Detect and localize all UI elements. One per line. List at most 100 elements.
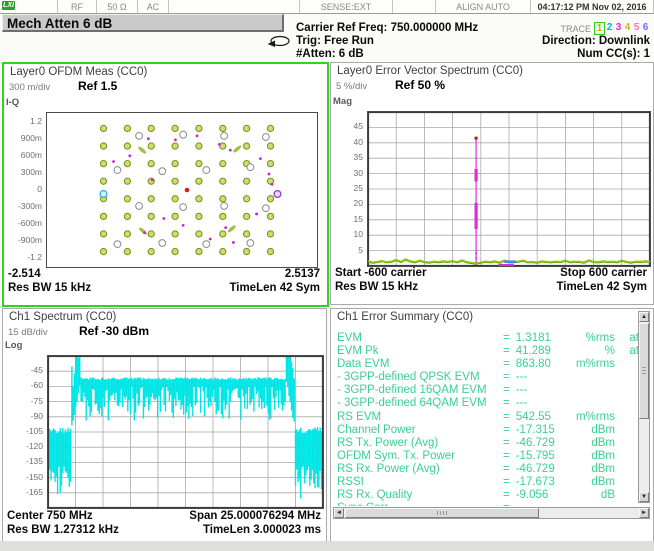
y-axis-tick: 600m [6, 150, 42, 160]
error-summary-row: RS Rx. Quality=-9.056dB [337, 489, 641, 502]
ref-level: Ref 1.5 [78, 79, 117, 93]
y-axis-tick: -900m [6, 235, 42, 245]
y-axis-tick: 20 [333, 198, 363, 208]
x-min-label: -2.514 [8, 268, 41, 280]
trace-number-4[interactable]: 4 [623, 22, 632, 35]
panel-spectrum[interactable]: Ch1 Spectrum (CC0) 15 dB/div Ref -30 dBm… [2, 308, 327, 547]
scroll-right-button[interactable]: ► [639, 508, 649, 518]
y-axis-tick: 45 [333, 121, 363, 131]
y-axis-tick: -90 [5, 411, 43, 421]
error-summary-row: EVM Pk=41.289%at [337, 345, 641, 358]
status-cell: ALIGN AUTO [436, 0, 531, 13]
start-carrier-label: Start -600 carrier [335, 267, 426, 279]
constellation-chart [47, 113, 317, 267]
error-summary-row: RS Rx. Power (Avg)=-46.729dBm [337, 463, 641, 476]
ref-level: Ref -30 dBm [79, 324, 149, 338]
status-cell: SENSE:EXT [300, 0, 393, 13]
scale-per-div: 15 dB/div [8, 327, 48, 338]
y-axis-tick: 900m [6, 133, 42, 143]
sweep-loop-icon [266, 33, 292, 49]
scale-per-div: 300 m/div [9, 82, 50, 93]
constellation-plot[interactable] [46, 112, 318, 268]
status-cell: 50 Ω [97, 0, 138, 13]
spectrum-plot[interactable] [47, 355, 324, 509]
panel-title: Ch1 Error Summary (CC0) [337, 311, 473, 323]
scroll-up-button[interactable]: ▲ [639, 312, 649, 322]
error-summary-row: Channel Power=-17.315dBm [337, 424, 641, 437]
error-summary-row: OFDM Sym. Tx. Power=-15.795dBm [337, 450, 641, 463]
scroll-down-button[interactable]: ▼ [639, 492, 649, 502]
error-summary-row: RS Tx. Power (Avg)=-46.729dBm [337, 437, 641, 450]
trace-number-2[interactable]: 2 [605, 22, 614, 35]
time-len-label: TimeLen 42 Sym [229, 282, 320, 294]
error-summary-row: EVM=1.3181%rmsat [337, 332, 641, 345]
scroll-left-button[interactable]: ◄ [334, 508, 344, 518]
res-bw-label: Res BW 1.27312 kHz [7, 524, 119, 536]
panel-title: Layer0 Error Vector Spectrum (CC0) [337, 65, 523, 77]
trace-number-5[interactable]: 5 [632, 22, 641, 35]
time-len-label: TimeLen 3.000023 ms [203, 524, 321, 536]
y-axis-tick: -300m [6, 201, 42, 211]
x-max-label: 2.5137 [285, 268, 320, 280]
y-axis-tick: -120 [5, 441, 43, 451]
y-axis-tick: 25 [333, 183, 363, 193]
horizontal-scroll-thumb[interactable] [345, 508, 539, 518]
status-cell: RF [58, 0, 97, 13]
stop-carrier-label: Stop 600 carrier [560, 267, 647, 279]
status-cell [393, 0, 436, 13]
panel-title: Layer0 OFDM Meas (CC0) [10, 66, 147, 78]
res-bw-label: Res BW 15 kHz [335, 281, 418, 293]
panel-ofdm-meas[interactable]: Layer0 OFDM Meas (CC0) 300 m/div Ref 1.5… [2, 62, 329, 307]
lxi-badge: LXI [2, 1, 15, 10]
axis-format-label: Mag [333, 96, 352, 107]
res-bw-label: Res BW 15 kHz [8, 282, 91, 294]
atten-status: #Atten: 6 dB [296, 48, 364, 60]
error-summary-row: RS EVM=542.55m%rms [337, 411, 641, 424]
thumb-grip [437, 511, 447, 515]
carrier-ref-freq: Carrier Ref Freq: 750.000000 MHz [296, 22, 478, 34]
left-arrow-icon: ◄ [336, 510, 342, 516]
horizontal-scrollbar[interactable]: ◄ ► [333, 507, 650, 519]
panel-title: Ch1 Spectrum (CC0) [9, 311, 116, 323]
y-axis-tick: -150 [5, 472, 43, 482]
error-summary-row: - 3GPP-defined 64QAM EVM=--- [337, 397, 641, 410]
y-axis-tick: -165 [5, 487, 43, 497]
error-summary-table: EVM=1.3181%rmsatEVM Pk=41.289%atData EVM… [337, 332, 641, 506]
center-freq-label: Center 750 MHz [7, 510, 93, 522]
evs-plot[interactable] [367, 111, 651, 267]
trace-number-1[interactable]: 1 [594, 22, 605, 35]
y-axis-tick: 0 [6, 184, 42, 194]
vertical-scroll-thumb[interactable] [639, 323, 649, 419]
trace-numbers: 123456 [594, 22, 650, 35]
error-summary-row: RSSI=-17.673dBm [337, 476, 641, 489]
time-len-label: TimeLen 42 Sym [556, 281, 647, 293]
num-cc-status: Num CC(s): 1 [577, 48, 650, 60]
mech-atten-message: Mech Atten 6 dB [2, 14, 284, 32]
status-cell [17, 0, 58, 13]
scale-per-div: 5 %/div [336, 81, 367, 92]
vertical-scrollbar[interactable]: ▲ ▼ [638, 311, 650, 503]
y-axis-tick: -105 [5, 426, 43, 436]
y-axis-tick: -45 [5, 365, 43, 375]
status-cells: RF50 ΩACSENSE:EXTALIGN AUTO04:17:12 PM N… [17, 0, 654, 13]
span-label: Span 25.000076294 MHz [189, 510, 321, 522]
panel-error-summary[interactable]: Ch1 Error Summary (CC0) EVM=1.3181%rmsat… [330, 308, 654, 547]
down-arrow-icon: ▼ [641, 494, 647, 500]
thumb-grip [642, 367, 646, 375]
y-axis-tick: -60 [5, 380, 43, 390]
trace-number-6[interactable]: 6 [641, 22, 650, 35]
y-axis-tick: 30 [333, 168, 363, 178]
y-axis-tick: 1.2 [6, 116, 42, 126]
axis-format-label: Log [5, 340, 22, 351]
panel-error-vector-spectrum[interactable]: Layer0 Error Vector Spectrum (CC0) 5 %/d… [330, 62, 654, 305]
trace-number-3[interactable]: 3 [614, 22, 623, 35]
up-arrow-icon: ▲ [641, 314, 647, 320]
status-cell: AC [138, 0, 169, 13]
right-arrow-icon: ► [641, 510, 647, 516]
trace-label: TRACE [560, 24, 591, 34]
axis-format-label: I-Q [6, 97, 19, 108]
y-axis-tick: 5 [333, 245, 363, 255]
y-axis-tick: 15 [333, 214, 363, 224]
y-axis-tick: 40 [333, 137, 363, 147]
error-summary-row: - 3GPP-defined QPSK EVM=--- [337, 371, 641, 384]
